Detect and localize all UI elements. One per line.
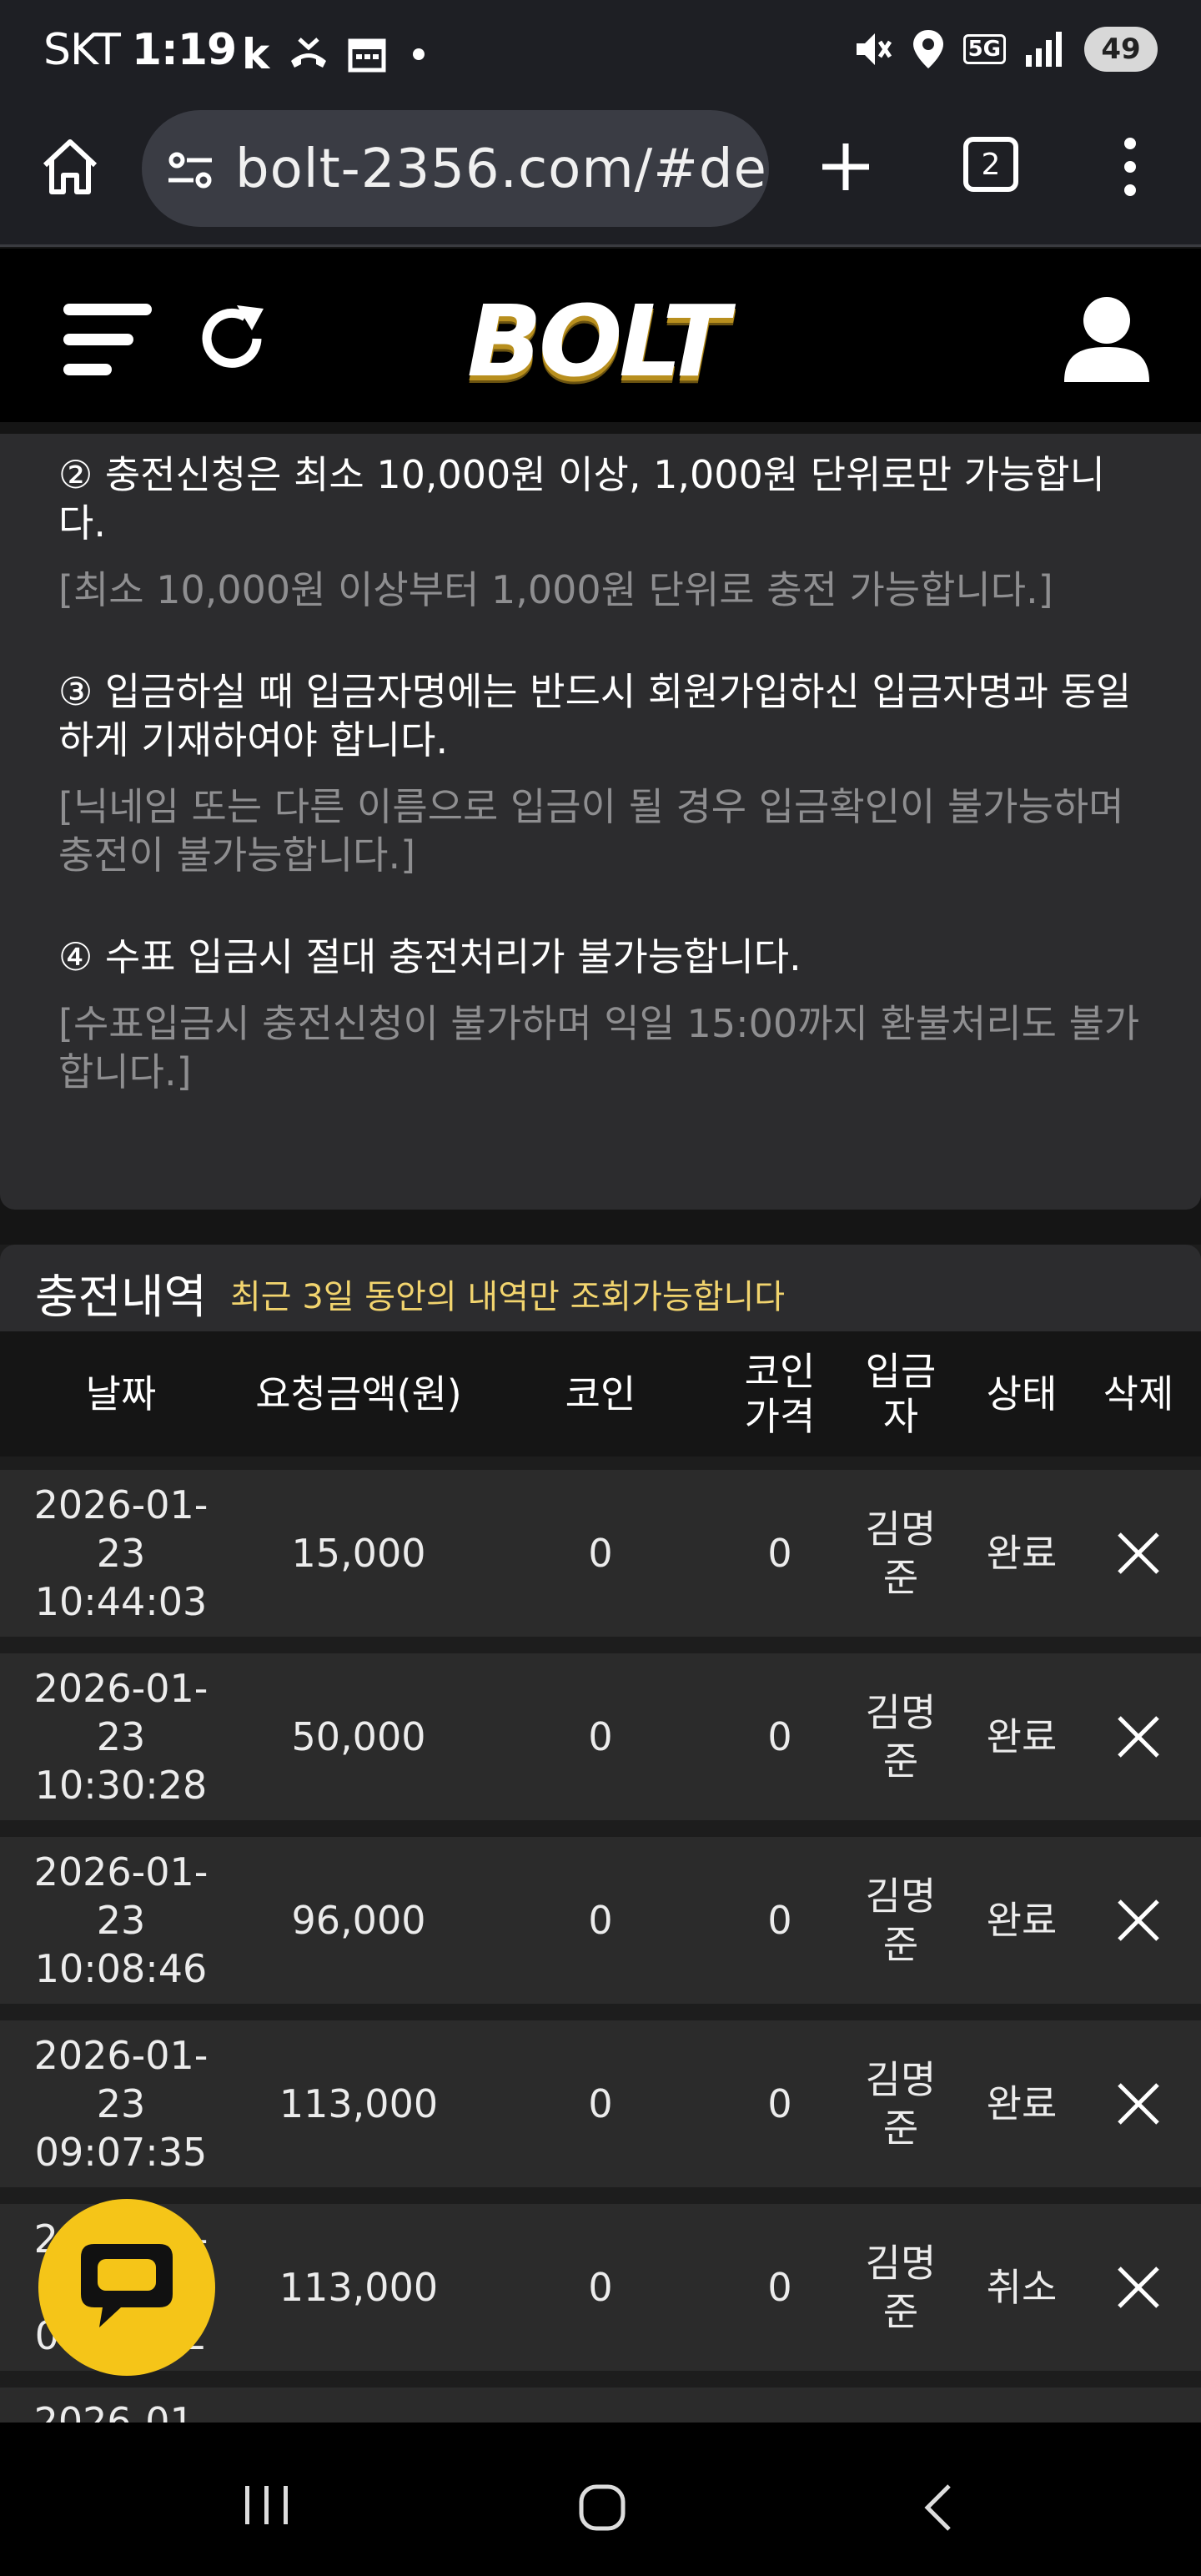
notice-main: ③ 입금하실 때 입금자명에는 반드시 회원가입하신 입금자명과 동일하게 기재… <box>58 669 1132 762</box>
delete-button[interactable] <box>1084 1653 1193 1820</box>
system-icons: 5G 49 <box>852 27 1158 72</box>
cell-depositor: 김명 준 <box>865 1874 937 1967</box>
close-icon <box>1118 1532 1159 1574</box>
table-row: 2026-01- 23 10:08:46 96,000 0 0 김명 준 완료 <box>0 1837 1201 2004</box>
notification-icons: k <box>242 30 425 78</box>
cell-date: 2026-01- 23 10:30:28 <box>33 1666 209 1808</box>
history-title: 충전내역 <box>35 1270 208 1325</box>
cell-status: 완료 <box>986 2081 1058 2126</box>
missed-call-icon <box>291 38 327 68</box>
notice-sub: [최소 10,000원 이상부터 1,000원 단위로 충전 가능합니다.] <box>58 567 1053 612</box>
cell-coin: 0 <box>588 1898 613 1943</box>
site-logo[interactable]: BOLT <box>467 284 729 399</box>
calendar-icon <box>348 38 386 73</box>
cell-status: 완료 <box>986 1714 1058 1759</box>
url-text: bolt-2356.com/#de <box>235 138 767 200</box>
history-subtitle: 최근 3일 동안의 내역만 조회가능합니다 <box>230 1278 786 1316</box>
menu-icon[interactable] <box>63 304 153 379</box>
cell-date: 2026-01- 23 09:07:35 <box>33 2033 209 2175</box>
history-header: 충전내역 최근 3일 동안의 내역만 조회가능합니다 <box>0 1245 1201 1331</box>
back-icon[interactable] <box>921 2483 954 2533</box>
table-row: 2026-01- 23 10:30:28 50,000 0 0 김명 준 완료 <box>0 1653 1201 1820</box>
address-bar[interactable]: bolt-2356.com/#de <box>142 110 769 227</box>
cell-coin-price: 0 <box>767 1714 792 1759</box>
table-row: 2026-01- 23 09:07:35 113,000 0 0 김명 준 완료 <box>0 2020 1201 2187</box>
chat-bubble-icon <box>81 2244 173 2327</box>
network-5g-icon: 5G <box>962 34 1006 64</box>
status-bar: SKT 1:19 k 5G 49 <box>0 0 1201 103</box>
chat-button[interactable] <box>38 2199 215 2376</box>
cell-amount: 96,000 <box>291 1898 426 1943</box>
cell-coin-price: 0 <box>767 1898 792 1943</box>
signal-icon <box>1026 32 1062 67</box>
cell-coin: 0 <box>588 2265 613 2310</box>
cell-coin: 0 <box>588 1531 613 1576</box>
notice-sub: [수표입금시 충전신청이 불가하며 익일 15:00까지 환불처리도 불가합니다… <box>58 1001 1140 1094</box>
clock: 1:19 <box>131 25 237 75</box>
dot-icon <box>413 48 425 60</box>
site-header: BOLT <box>0 249 1201 422</box>
col-coin-price: 코인 가격 <box>744 1349 816 1439</box>
home-nav-icon[interactable] <box>577 2483 627 2533</box>
refresh-icon[interactable] <box>193 300 270 377</box>
cell-coin: 0 <box>588 1714 613 1759</box>
cell-depositor: 김명 준 <box>865 2057 937 2151</box>
cell-coin: 0 <box>588 2081 613 2126</box>
delete-button[interactable] <box>1084 1470 1193 1637</box>
close-icon <box>1118 1716 1159 1758</box>
deposit-notice: ② 충전신청은 최소 10,000원 이상, 1,000원 단위로만 가능합니다… <box>0 434 1201 1210</box>
notice-main: ② 충전신청은 최소 10,000원 이상, 1,000원 단위로만 가능합니다… <box>58 452 1105 546</box>
col-status: 상태 <box>986 1371 1058 1416</box>
carrier-time: SKT 1:19 <box>43 25 237 75</box>
location-icon <box>912 30 943 68</box>
notice-main: ④ 수표 입금시 절대 충전처리가 불가능합니다. <box>58 934 802 979</box>
delete-button[interactable] <box>1084 2204 1193 2371</box>
notice-item: ④ 수표 입금시 절대 충전처리가 불가능합니다. [수표입금시 충전신청이 불… <box>58 933 1143 1096</box>
notice-item: ③ 입금하실 때 입금자명에는 반드시 회원가입하신 입금자명과 동일하게 기재… <box>58 667 1143 879</box>
site-settings-icon[interactable] <box>167 148 214 192</box>
cell-amount: 113,000 <box>279 2265 439 2310</box>
cell-coin-price: 0 <box>767 2081 792 2126</box>
col-amount: 요청금액(원) <box>255 1371 462 1416</box>
col-depositor: 입금 자 <box>865 1349 937 1439</box>
notice-item: ② 충전신청은 최소 10,000원 이상, 1,000원 단위로만 가능합니다… <box>58 450 1143 614</box>
cell-status: 취소 <box>986 2265 1058 2310</box>
delete-button[interactable] <box>1084 1837 1193 2004</box>
mute-icon <box>856 33 892 65</box>
cell-status: 완료 <box>986 1898 1058 1943</box>
close-icon <box>1118 2267 1159 2308</box>
cell-depositor: 김명 준 <box>865 1507 937 1600</box>
cell-amount: 15,000 <box>291 1531 426 1576</box>
cell-date: 2026-01- 23 10:08:46 <box>33 1849 209 1991</box>
more-options-icon[interactable] <box>1118 135 1143 199</box>
notice-sub: [닉네임 또는 다른 이름으로 입금이 될 경우 입금확인이 불가능하며 충전이… <box>58 784 1124 878</box>
tab-switcher-button[interactable]: 2 <box>963 137 1018 192</box>
table-row: 2026-01- 23 10:44:03 15,000 0 0 김명 준 완료 <box>0 1470 1201 1637</box>
user-icon[interactable] <box>1061 295 1153 382</box>
col-delete: 삭제 <box>1103 1371 1174 1416</box>
cell-depositor: 김명 준 <box>865 2241 937 2334</box>
cell-depositor: 김명 준 <box>865 1690 937 1784</box>
carrier-label: SKT <box>43 25 121 75</box>
cell-date: 2026-01- 23 10:44:03 <box>33 1482 209 1624</box>
cell-coin-price: 0 <box>767 1531 792 1576</box>
home-icon[interactable] <box>38 135 102 199</box>
table-header: 날짜 요청금액(원) 코인 코인 가격 입금 자 상태 삭제 <box>0 1331 1201 1457</box>
close-icon <box>1118 2083 1159 2125</box>
delete-button[interactable] <box>1084 2020 1193 2187</box>
col-coin: 코인 <box>565 1371 636 1416</box>
close-icon <box>1118 1899 1159 1941</box>
cell-coin-price: 0 <box>767 2265 792 2310</box>
cell-status: 완료 <box>986 1531 1058 1576</box>
system-nav-bar <box>0 2423 1201 2576</box>
battery-icon: 49 <box>1084 27 1158 72</box>
col-date: 날짜 <box>85 1371 157 1416</box>
cell-amount: 50,000 <box>291 1714 426 1759</box>
recent-apps-icon[interactable] <box>242 2484 292 2526</box>
new-tab-icon[interactable] <box>817 138 874 195</box>
k-icon: k <box>242 30 270 78</box>
cell-amount: 113,000 <box>279 2081 439 2126</box>
browser-toolbar: bolt-2356.com/#de 2 <box>0 103 1201 247</box>
